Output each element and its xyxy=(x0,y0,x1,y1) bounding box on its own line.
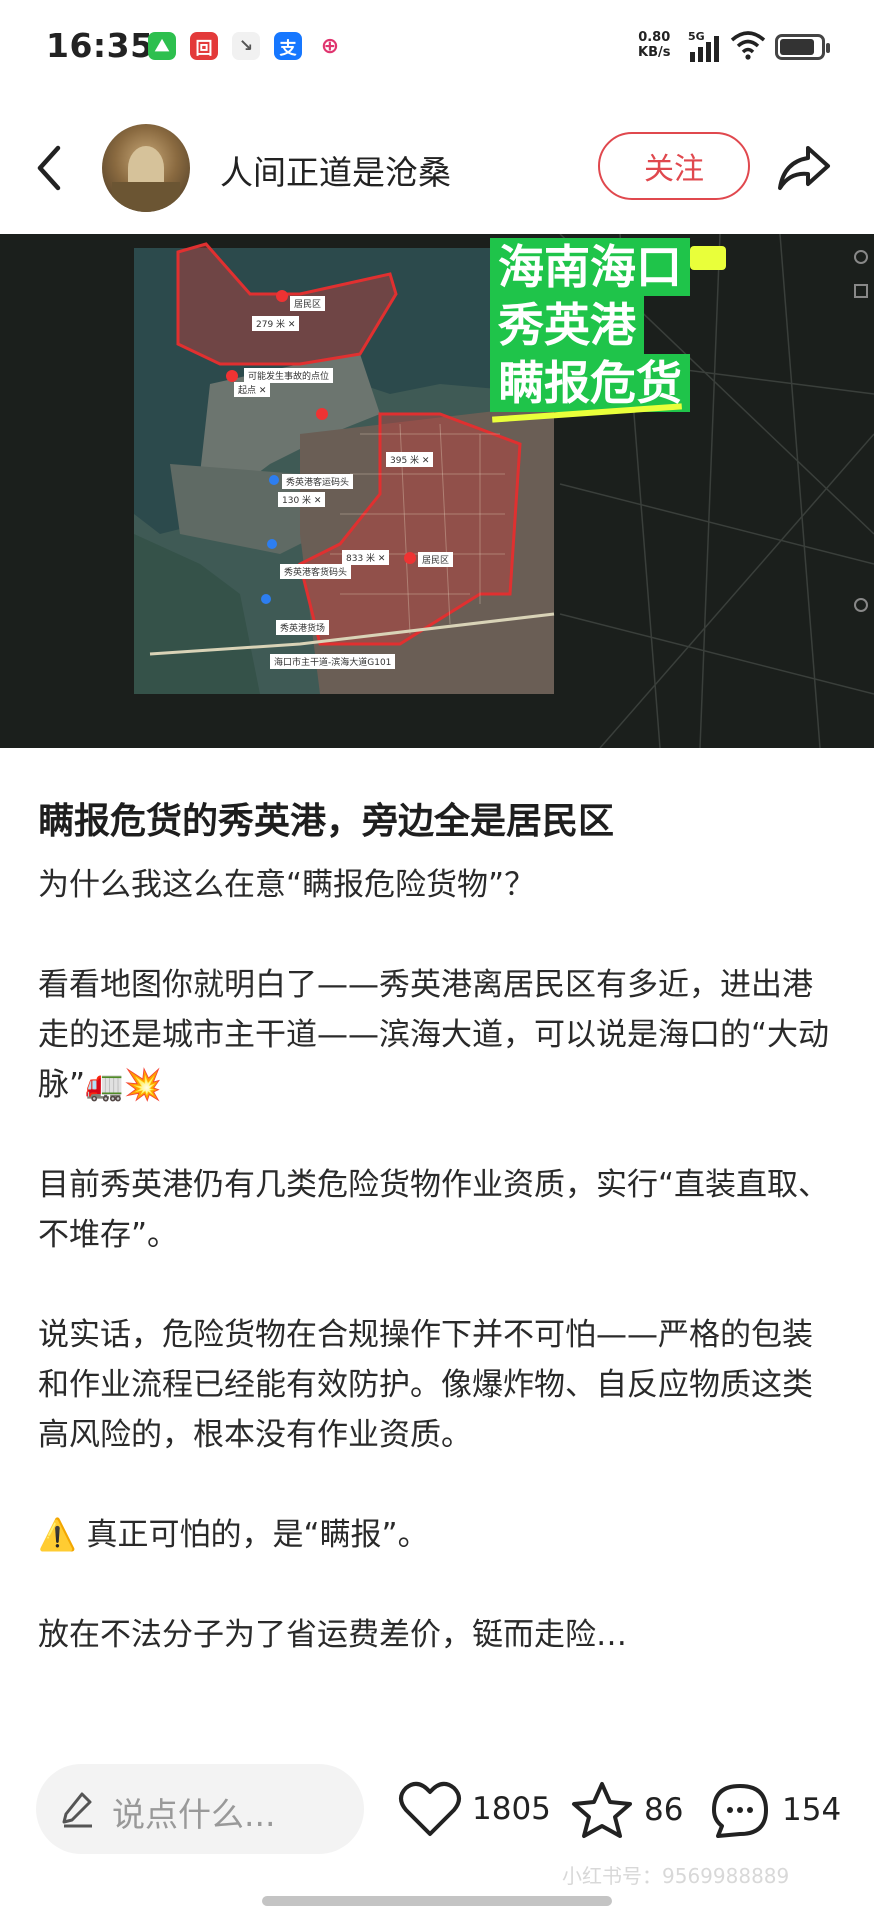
comment-count: 154 xyxy=(782,1792,842,1828)
post-image[interactable]: 居民区 279 米 ✕ 可能发生事故的点位 起点 ✕ 395 米 ✕ 秀英港客运… xyxy=(0,234,874,748)
map-label-cargo-terminal: 秀英港客货码头 xyxy=(280,564,352,579)
net-speed-value: 0.80 xyxy=(638,30,671,45)
pencil-icon xyxy=(62,1792,92,1828)
watermark: 小红书号：9569988889 xyxy=(562,1864,790,1888)
map-tool-icon xyxy=(854,284,868,298)
follow-button[interactable]: 关注 xyxy=(598,132,750,200)
share-icon xyxy=(778,146,830,190)
post-paragraph: 看看地图你就明白了——秀英港离居民区有多近，进出港走的还是城市主干道——滨海大道… xyxy=(38,967,830,1103)
signal-icon: 5G xyxy=(688,30,726,68)
map-label-residential-north: 居民区 xyxy=(290,296,326,311)
map-label-accident-point-1: 可能发生事故的点位 xyxy=(244,368,334,383)
post-header: 人间正道是沧桑 关注 xyxy=(0,110,874,230)
comment-placeholder: 说点什么... xyxy=(112,1795,276,1834)
app-icon-green: ⛰ xyxy=(148,32,176,60)
post-paragraph: 为什么我这么在意“瞒报危险货物”？ xyxy=(38,867,536,903)
map-label-main-road: 海口市主干道-滨海大道G101 xyxy=(270,654,396,669)
network-type: 5G xyxy=(688,30,705,43)
alipay-icon: 支 xyxy=(274,32,302,60)
home-indicator[interactable] xyxy=(262,1896,612,1906)
map-illustration xyxy=(0,234,874,748)
map-toolbar xyxy=(852,240,870,740)
map-label-distance-3: 130 米 ✕ xyxy=(278,492,326,507)
status-bar: 16:35 ⛰ 回 ↘ 支 ⊕ 0.80 KB/s 5G xyxy=(0,0,874,96)
comment-button[interactable]: 154 xyxy=(708,1780,841,1840)
content-fade xyxy=(0,1700,874,1740)
status-time: 16:35 xyxy=(46,26,154,65)
app-icon-gray: ↘ xyxy=(232,32,260,60)
post-paragraph: 放在不法分子为了省运费差价，铤而走险… xyxy=(38,1617,627,1653)
net-speed: 0.80 KB/s xyxy=(638,30,670,60)
app-icon-pink: ⊕ xyxy=(316,32,344,60)
battery-icon xyxy=(775,34,830,60)
map-label-passenger-terminal: 秀英港客运码头 xyxy=(282,474,354,489)
heart-icon xyxy=(399,1781,461,1836)
chevron-left-icon xyxy=(37,145,61,191)
post-body: 为什么我这么在意“瞒报危险货物”？ 看看地图你就明白了——秀英港离居民区有多近，… xyxy=(38,860,838,1710)
post-paragraph: 目前秀英港仍有几类危险货物作业资质，实行“直装直取、不堆存”。 xyxy=(38,1167,830,1253)
post-paragraph: ⚠️ 真正可怕的，是“瞒报”。 xyxy=(38,1517,429,1553)
overlay-sticker xyxy=(690,246,726,270)
like-count: 1805 xyxy=(472,1791,551,1827)
post-title: 瞒报危货的秀英港，旁边全是居民区 xyxy=(38,801,615,842)
favorite-button[interactable]: 86 xyxy=(570,1780,683,1840)
map-label-distance-1: 279 米 ✕ xyxy=(252,316,300,331)
map-label-freight-yard: 秀英港货场 xyxy=(276,620,330,635)
map-tool-icon xyxy=(854,250,868,264)
overlay-line-3: 瞒报危货 xyxy=(490,354,690,412)
comment-bubble-icon xyxy=(712,1784,768,1838)
star-icon xyxy=(572,1782,632,1838)
map-label-distance-4: 833 米 ✕ xyxy=(342,550,390,565)
net-speed-unit: KB/s xyxy=(638,45,671,60)
post-paragraph: 说实话，危险货物在合规操作下并不可怕——严格的包装和作业流程已经能有效防护。像爆… xyxy=(38,1317,813,1453)
back-button[interactable] xyxy=(30,140,70,196)
like-button[interactable]: 1805 xyxy=(398,1780,551,1838)
app-icon-red: 回 xyxy=(190,32,218,60)
avatar[interactable] xyxy=(102,124,190,212)
map-label-residential-south: 居民区 xyxy=(418,552,454,567)
wifi-icon xyxy=(730,30,766,64)
share-button[interactable] xyxy=(774,138,834,198)
image-overlay-text: 海南海口 秀英港 瞒报危货 xyxy=(490,238,720,412)
overlay-line-2: 秀英港 xyxy=(490,296,644,354)
map-tool-icon xyxy=(854,598,868,612)
notification-icons: ⛰ 回 ↘ 支 ⊕ xyxy=(148,32,344,60)
map-label-start-1: 起点 ✕ xyxy=(234,382,271,397)
bottom-action-bar: 说点什么... 1805 86 154 小红书号：9569988889 xyxy=(0,1740,874,1920)
overlay-line-1: 海南海口 xyxy=(490,238,690,296)
author-name[interactable]: 人间正道是沧桑 xyxy=(220,146,451,194)
favorite-count: 86 xyxy=(644,1792,684,1828)
comment-input[interactable]: 说点什么... xyxy=(36,1764,364,1854)
map-label-distance-2: 395 米 ✕ xyxy=(386,452,434,467)
